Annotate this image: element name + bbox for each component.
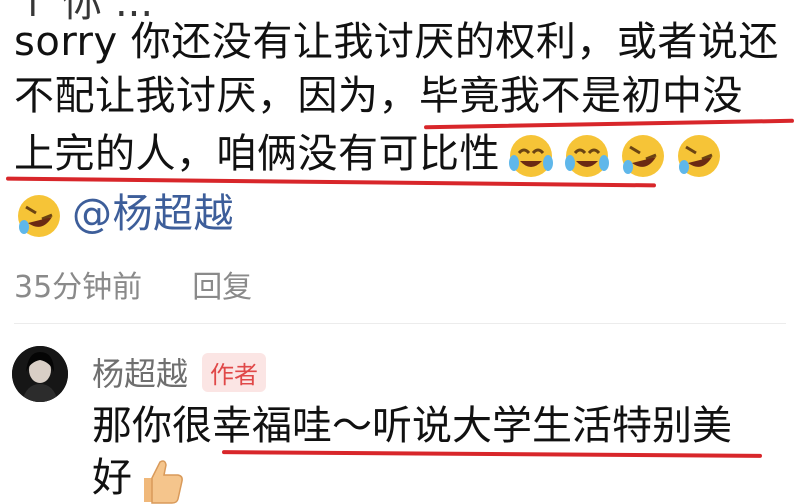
red-underline [221,450,763,458]
rolling-laughing-emoji [678,135,720,177]
author-name[interactable]: 杨超越 [92,349,188,395]
reply-line-2: 好 [92,454,186,504]
comment-text: sorry 你还没有让我讨厌的权利，或者说还 [14,19,779,65]
comment-line-3: 上完的人，咱俩没有可比性 [14,130,724,179]
highlighted-text: 毕竟我不是初中没 [419,72,743,120]
rolling-laughing-emoji [622,135,664,177]
comment-line-2: 不配让我讨厌，因为，毕竟我不是初中没 [14,72,743,120]
author-badge: 作者 [202,352,267,392]
laughing-crying-emoji [509,135,553,177]
highlighted-text: 上完的人，咱俩没有可比性 [14,131,500,177]
comment-text: 不配让我讨厌，因为， [14,73,419,119]
user-mention-link[interactable]: @杨超越 [72,191,234,237]
highlighted-text-content: 毕竟我不是初中没 [419,73,743,119]
reply-text: 好 [92,455,132,501]
avatar-image [12,346,68,402]
red-underline [423,118,795,130]
avatar[interactable] [12,346,68,402]
comment-line-4: @杨超越 [14,190,234,239]
reply-text: 那你很 [92,403,212,449]
comment-time: 35分钟前 [14,270,143,305]
rolling-laughing-emoji [18,195,60,237]
thumbs-up-emoji [144,460,183,504]
author-row: 杨超越 作者 [92,349,267,395]
comment-meta: 35分钟前 回复 [14,262,252,306]
reply-button[interactable]: 回复 [192,270,252,305]
laughing-crying-emoji [565,135,609,177]
reply-line-1: 那你很幸福哇～听说大学生活特别美 [92,402,732,450]
highlighted-text: 幸福哇～听说大学生活特别美 [212,403,732,449]
divider [14,323,786,324]
comment-line-1: sorry 你还没有让我讨厌的权利，或者说还 [14,18,779,66]
